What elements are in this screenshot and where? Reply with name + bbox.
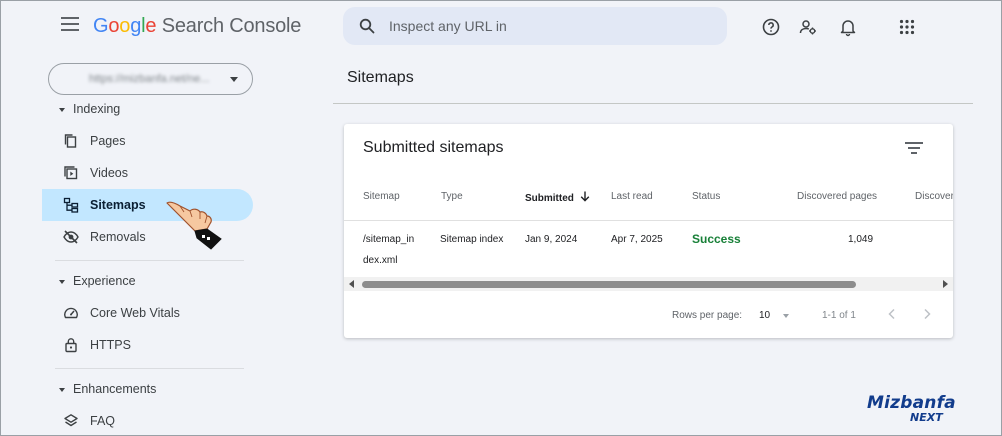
sidebar-item-https[interactable]: HTTPS	[42, 329, 253, 361]
collapse-triangle-icon	[59, 107, 65, 112]
collapse-triangle-icon	[59, 279, 65, 284]
sidebar-divider	[55, 368, 244, 369]
property-url: https://mizbanfa.net/ne...	[89, 73, 210, 85]
column-header-discovered-videos[interactable]: Discover	[915, 191, 953, 202]
search-input[interactable]	[389, 7, 709, 45]
bell-icon[interactable]	[838, 17, 858, 37]
chevron-down-icon	[783, 314, 789, 318]
layers-icon	[64, 414, 78, 427]
section-experience[interactable]: Experience	[59, 274, 136, 288]
sidebar-item-label: Pages	[90, 134, 126, 148]
cell-submitted: Jan 9, 2024	[525, 234, 578, 245]
scrollbar-thumb[interactable]	[362, 281, 856, 288]
removals-icon	[63, 230, 79, 244]
horizontal-scrollbar[interactable]	[344, 277, 953, 291]
sitemaps-icon	[63, 197, 79, 213]
rows-per-page-label: Rows per page:	[672, 310, 743, 321]
previous-page-icon[interactable]	[886, 308, 898, 320]
column-header-submitted[interactable]: Submitted	[525, 191, 590, 204]
cell-sitemap: /sitemap_in	[363, 234, 415, 245]
cell-sitemap-wrap: dex.xml	[363, 255, 398, 266]
sidebar-item-faq[interactable]: FAQ	[42, 405, 253, 436]
page-title: Sitemaps	[347, 69, 414, 86]
videos-icon	[64, 166, 78, 180]
sidebar-item-label: Sitemaps	[90, 198, 146, 212]
speed-gauge-icon	[64, 307, 78, 319]
sidebar-item-label: Core Web Vitals	[90, 306, 180, 320]
sidebar-divider	[55, 260, 244, 261]
manage-users-icon[interactable]	[798, 17, 818, 37]
sort-descending-icon	[580, 191, 589, 202]
watermark-brand: Mizbanfa	[867, 393, 956, 413]
cell-type: Sitemap index	[440, 234, 504, 245]
column-header-type[interactable]: Type	[441, 191, 463, 202]
watermark-tagline: NEXT	[910, 411, 943, 424]
next-page-icon[interactable]	[921, 308, 933, 320]
header-divider	[344, 220, 953, 221]
filter-icon[interactable]	[905, 140, 923, 154]
pages-icon	[64, 134, 77, 148]
cell-status: Success	[692, 232, 741, 246]
rows-per-page-value: 10	[759, 310, 771, 321]
column-header-last-read[interactable]: Last read	[611, 191, 653, 202]
watermark-logo: Mizbanfa NEXT	[863, 393, 961, 427]
search-console-logo[interactable]: Google Search Console	[93, 15, 301, 38]
url-inspection-search[interactable]	[343, 7, 727, 45]
cell-last-read: Apr 7, 2025	[611, 234, 663, 245]
title-divider	[333, 103, 973, 104]
pagination-range: 1-1 of 1	[822, 310, 856, 321]
product-name: Search Console	[161, 15, 302, 37]
card-title: Submitted sitemaps	[363, 139, 504, 156]
sidebar-item-core-web-vitals[interactable]: Core Web Vitals	[42, 297, 253, 329]
sidebar-item-label: HTTPS	[90, 338, 131, 352]
scroll-right-arrow-icon[interactable]	[943, 280, 948, 288]
scroll-left-arrow-icon[interactable]	[349, 280, 354, 288]
sidebar-item-label: FAQ	[90, 414, 116, 428]
submitted-sitemaps-card: Submitted sitemaps Sitemap Type Submitte…	[344, 124, 953, 338]
sidebar-item-label: Removals	[90, 230, 146, 244]
pointing-hand-icon	[166, 201, 222, 250]
column-header-sitemap[interactable]: Sitemap	[363, 191, 400, 202]
help-icon[interactable]	[761, 17, 781, 37]
collapse-triangle-icon	[59, 387, 65, 392]
sidebar-item-videos[interactable]: Videos	[42, 157, 253, 189]
section-indexing[interactable]: Indexing	[59, 102, 120, 116]
section-enhancements[interactable]: Enhancements	[59, 382, 156, 396]
column-header-status[interactable]: Status	[692, 191, 720, 202]
rows-per-page-select[interactable]: 10	[758, 306, 796, 324]
sidebar-item-label: Videos	[90, 166, 128, 180]
chevron-down-icon	[230, 77, 238, 82]
cell-discovered-pages: 1,049	[848, 234, 874, 245]
column-header-discovered-pages[interactable]: Discovered pages	[797, 191, 877, 202]
search-icon[interactable]	[359, 18, 375, 34]
hamburger-menu-icon[interactable]	[61, 17, 79, 31]
sidebar-item-pages[interactable]: Pages	[42, 125, 253, 157]
apps-grid-icon[interactable]	[897, 17, 917, 37]
lock-icon	[65, 338, 77, 353]
property-selector[interactable]: https://mizbanfa.net/ne...	[48, 63, 253, 95]
top-bar: Google Search Console	[1, 1, 1002, 53]
